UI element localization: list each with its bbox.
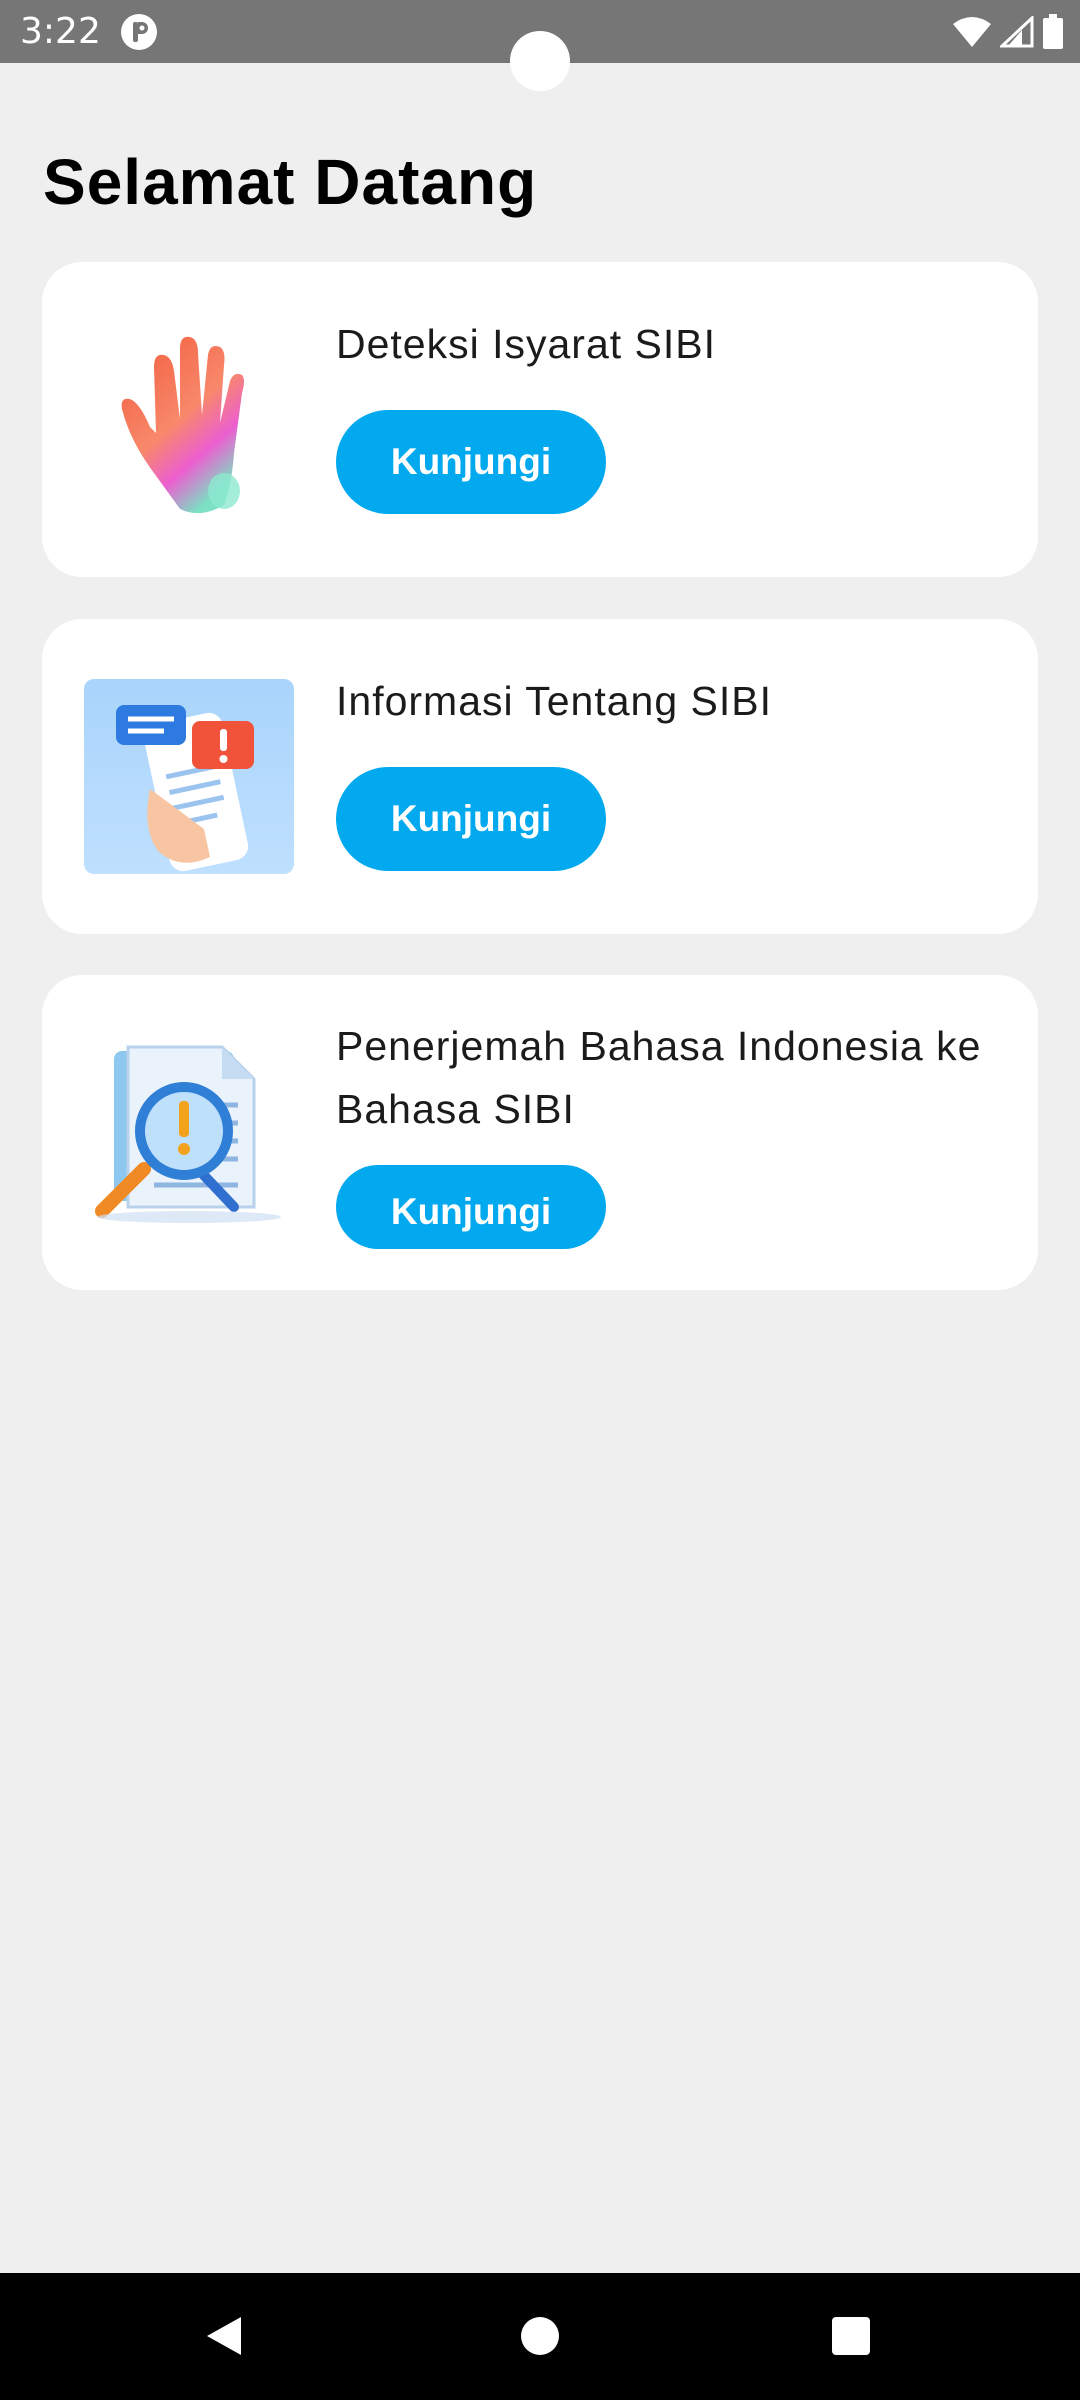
page-title: Selamat Datang <box>43 146 538 218</box>
app-notification-icon <box>120 13 158 51</box>
kunjungi-button[interactable]: Kunjungi <box>336 410 606 514</box>
wifi-icon <box>952 16 992 48</box>
card-deteksi-isyarat: Deteksi Isyarat SIBI Kunjungi <box>42 262 1038 577</box>
recents-icon[interactable] <box>818 2303 884 2369</box>
battery-icon <box>1042 14 1064 50</box>
camera-cutout <box>510 31 570 91</box>
kunjungi-button[interactable]: Kunjungi <box>336 1165 606 1249</box>
card-penerjemah: Penerjemah Bahasa Indonesia ke Bahasa SI… <box>42 975 1038 1290</box>
phone-chat-icon <box>84 679 294 874</box>
waving-hand-icon <box>84 323 294 518</box>
status-time: 3:22 <box>20 11 101 52</box>
card-title: Informasi Tentang SIBI <box>336 678 773 724</box>
back-icon[interactable] <box>191 2303 257 2369</box>
signal-icon <box>1000 16 1034 48</box>
button-label: Kunjungi <box>390 1191 552 1232</box>
home-icon[interactable] <box>507 2303 573 2369</box>
navigation-bar <box>0 2273 1080 2400</box>
button-label: Kunjungi <box>390 798 552 839</box>
status-icons <box>952 12 1064 52</box>
card-informasi-sibi: Informasi Tentang SIBI Kunjungi <box>42 619 1038 934</box>
card-title: Deteksi Isyarat SIBI <box>336 321 717 367</box>
button-label: Kunjungi <box>390 441 552 482</box>
kunjungi-button[interactable]: Kunjungi <box>336 767 606 871</box>
card-title: Penerjemah Bahasa Indonesia ke Bahasa SI… <box>336 1023 982 1132</box>
document-search-icon <box>84 1035 294 1230</box>
